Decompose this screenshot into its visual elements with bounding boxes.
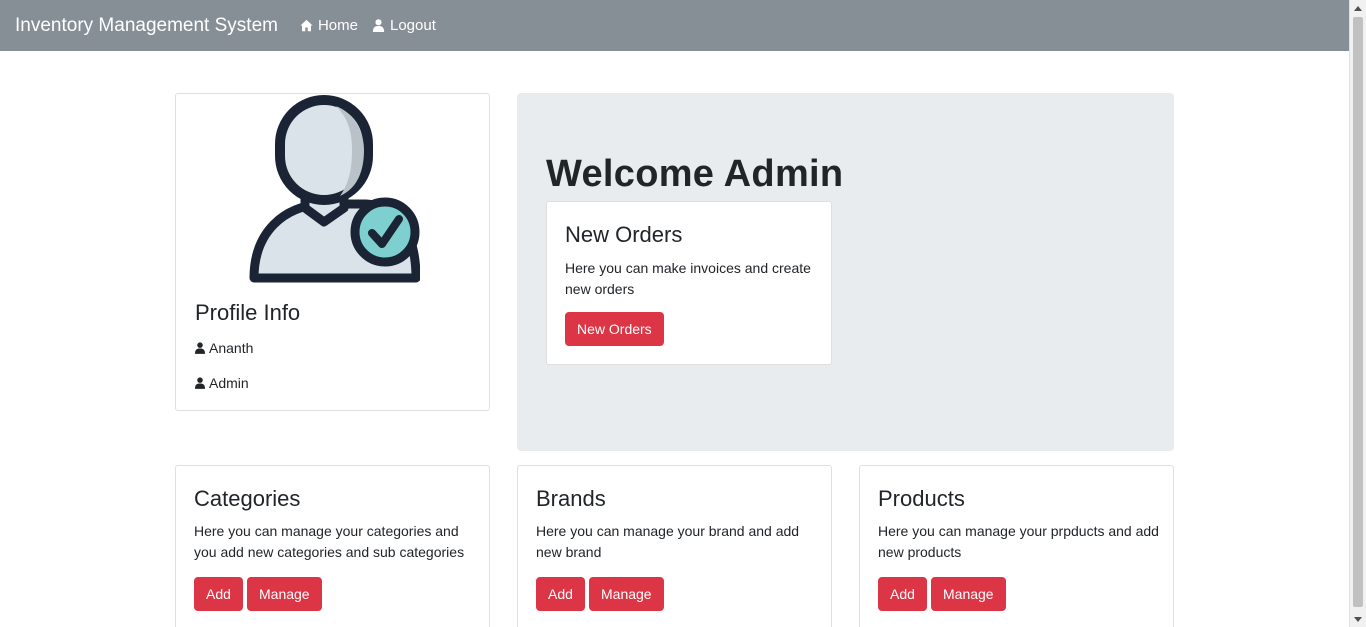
user-icon <box>195 377 205 389</box>
admin-avatar-icon <box>249 95 420 283</box>
profile-name-text: Ananth <box>209 340 254 356</box>
categories-add-button[interactable]: Add <box>194 577 243 611</box>
nav-home-link[interactable]: Home <box>300 17 358 34</box>
scroll-up-arrow-icon[interactable] <box>1350 0 1366 16</box>
new-orders-title: New Orders <box>565 222 683 247</box>
new-orders-card: New Orders Here you can make invoices an… <box>546 201 832 365</box>
nav-home-label: Home <box>317 17 358 34</box>
profile-card: Profile Info Ananth Admin <box>175 93 490 411</box>
brands-title: Brands <box>536 486 606 511</box>
top-navbar: Inventory Management System Home Logout <box>0 0 1349 51</box>
products-title: Products <box>878 486 965 511</box>
profile-role-text: Admin <box>209 375 249 391</box>
profile-info-title: Profile Info <box>195 300 301 325</box>
user-icon <box>372 19 385 32</box>
products-add-button[interactable]: Add <box>878 577 927 611</box>
nav-logout-label: Logout <box>389 17 436 34</box>
categories-title: Categories <box>194 486 301 511</box>
scroll-down-arrow-icon[interactable] <box>1350 611 1366 627</box>
products-text: Here you can manage your prpducts and ad… <box>878 523 1159 560</box>
categories-card: Categories Here you can manage your cate… <box>175 465 490 627</box>
profile-role: Admin <box>195 375 249 391</box>
brands-manage-button[interactable]: Manage <box>589 577 664 611</box>
vertical-scrollbar[interactable] <box>1349 0 1366 627</box>
products-manage-button[interactable]: Manage <box>931 577 1006 611</box>
brands-card: Brands Here you can manage your brand an… <box>517 465 832 627</box>
brands-text: Here you can manage your brand and add n… <box>536 523 800 560</box>
home-icon <box>300 19 313 32</box>
products-card: Products Here you can manage your prpduc… <box>859 465 1174 627</box>
welcome-jumbotron: Welcome Admin New Orders Here you can ma… <box>517 93 1174 451</box>
user-icon <box>195 342 205 354</box>
categories-manage-button[interactable]: Manage <box>247 577 322 611</box>
nav-logout-link[interactable]: Logout <box>372 17 436 34</box>
new-orders-button[interactable]: New Orders <box>565 312 664 346</box>
categories-text: Here you can manage your categories and … <box>194 523 465 560</box>
scrollbar-thumb[interactable] <box>1353 17 1363 607</box>
new-orders-text: Here you can make invoices and create ne… <box>565 260 811 297</box>
brands-add-button[interactable]: Add <box>536 577 585 611</box>
profile-name: Ananth <box>195 340 253 356</box>
brand-link[interactable]: Inventory Management System <box>15 15 278 37</box>
welcome-heading: Welcome Admin <box>546 153 844 195</box>
